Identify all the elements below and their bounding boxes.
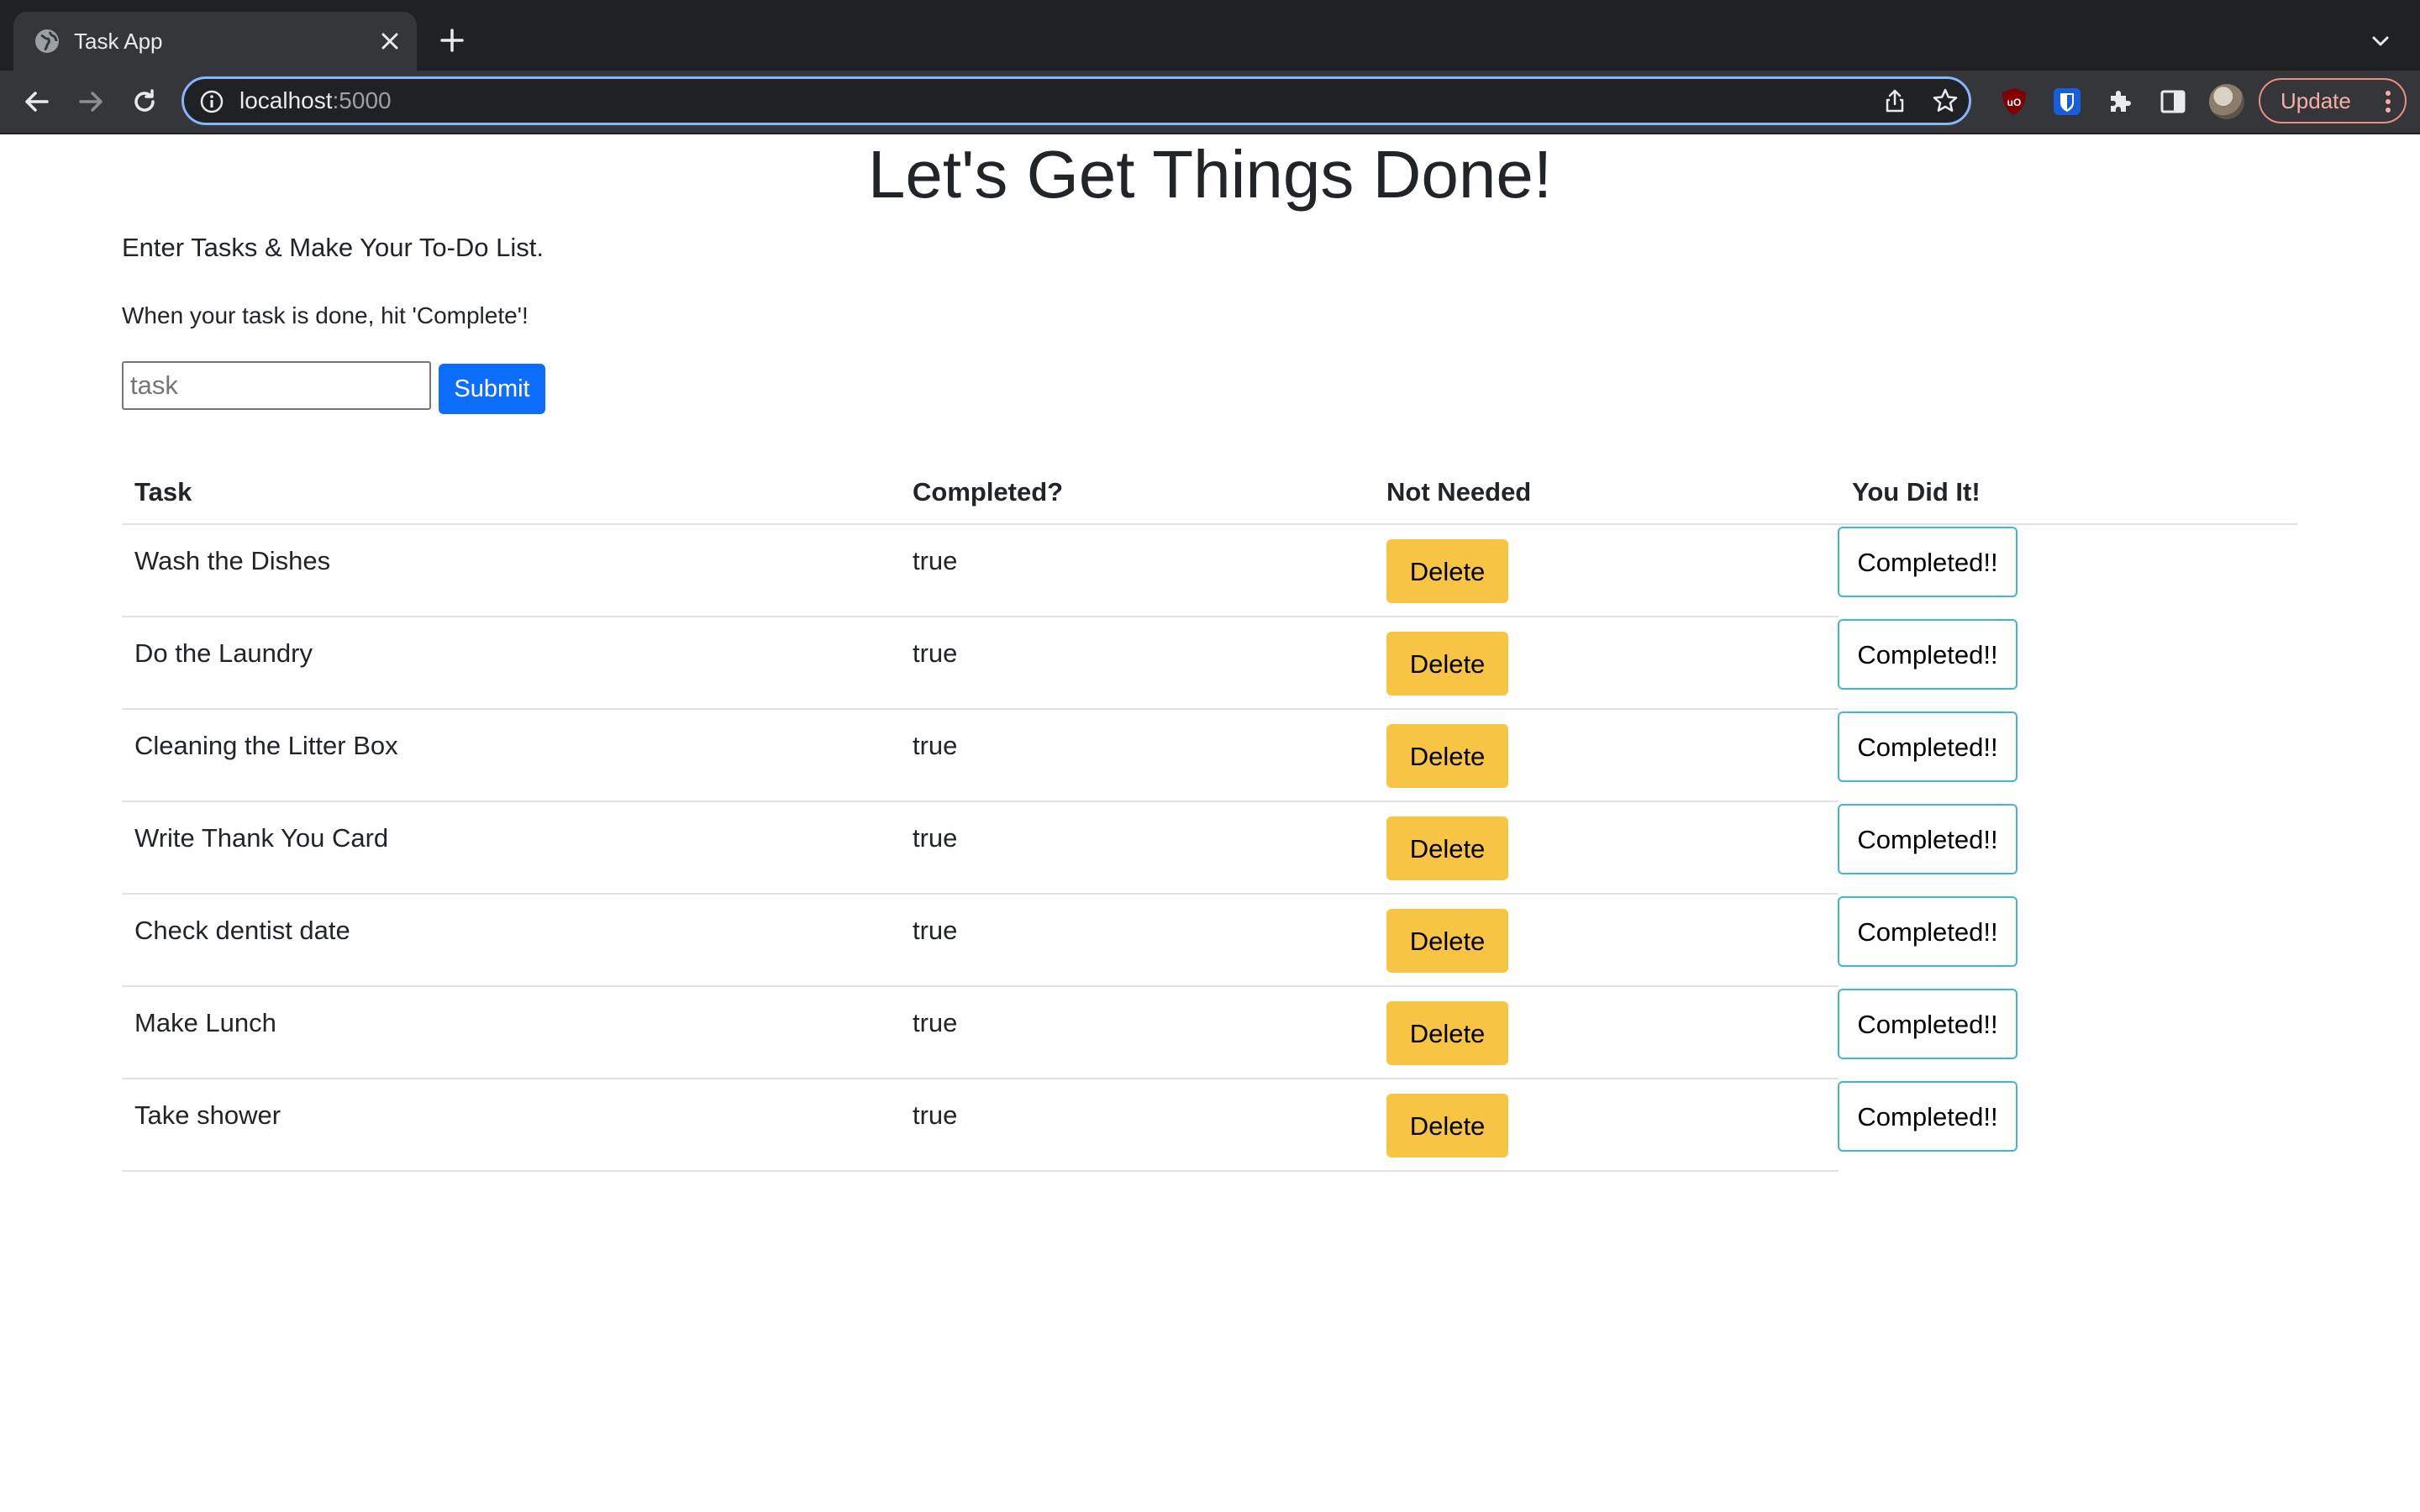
chevron-down-icon[interactable]	[2368, 29, 2393, 54]
completed-cell: true	[913, 916, 958, 945]
completed-cell: true	[913, 823, 958, 853]
table-row: Wash the Dishes true Delete Completed!!	[0, 525, 2420, 617]
table-row: Write Thank You Card true Delete Complet…	[0, 802, 2420, 895]
complete-button[interactable]: Completed!!	[1838, 527, 2018, 597]
bookmark-star-icon[interactable]	[1932, 87, 1959, 114]
task-cell: Make Lunch	[134, 1008, 276, 1037]
delete-button[interactable]: Delete	[1386, 632, 1508, 696]
complete-button[interactable]: Completed!!	[1838, 619, 2018, 690]
delete-button[interactable]: Delete	[1386, 539, 1508, 603]
info-icon[interactable]	[199, 89, 224, 114]
completed-cell: true	[913, 1100, 958, 1130]
complete-button[interactable]: Completed!!	[1838, 1081, 2018, 1152]
header-completed: Completed?	[913, 477, 1064, 507]
complete-button[interactable]: Completed!!	[1838, 711, 2018, 782]
table-row: Make Lunch true Delete Completed!!	[0, 987, 2420, 1079]
row-divider	[122, 1170, 1839, 1172]
completed-cell: true	[913, 731, 958, 760]
url-port: :5000	[332, 87, 392, 113]
table-row: Check dentist date true Delete Completed…	[0, 895, 2420, 987]
url-host: localhost	[239, 87, 333, 113]
delete-button[interactable]: Delete	[1386, 909, 1508, 973]
intro-text: Enter Tasks & Make Your To-Do List.	[122, 233, 544, 262]
browser-tabstrip: Task App	[0, 0, 2420, 71]
submit-button[interactable]: Submit	[439, 364, 545, 414]
side-panel-icon[interactable]	[2156, 85, 2190, 118]
delete-button[interactable]: Delete	[1386, 1001, 1508, 1065]
close-icon[interactable]	[378, 29, 402, 53]
header-you-did-it: You Did It!	[1852, 477, 1981, 507]
page-title: Let's Get Things Done!	[867, 137, 1553, 212]
profile-avatar[interactable]	[2209, 84, 2244, 119]
hint-text: When your task is done, hit 'Complete'!	[122, 302, 529, 328]
completed-cell: true	[913, 546, 958, 575]
share-icon[interactable]	[1881, 87, 1908, 114]
header-not-needed: Not Needed	[1386, 477, 1532, 507]
task-cell: Write Thank You Card	[134, 823, 389, 853]
delete-button[interactable]: Delete	[1386, 724, 1508, 788]
more-vertical-icon	[2386, 91, 2391, 113]
task-cell: Do the Laundry	[134, 638, 313, 668]
puzzle-extensions-icon[interactable]	[2103, 85, 2137, 118]
table-row: Cleaning the Litter Box true Delete Comp…	[0, 710, 2420, 802]
browser-tab[interactable]: Task App	[13, 12, 417, 71]
task-cell: Check dentist date	[134, 916, 350, 945]
task-cell: Wash the Dishes	[134, 546, 331, 575]
tab-title: Task App	[74, 29, 163, 54]
url-text: localhost:5000	[239, 79, 392, 123]
browser-toolbar: localhost:5000 uO Update	[0, 71, 2420, 134]
globe-icon	[35, 29, 59, 53]
header-task: Task	[134, 477, 192, 507]
complete-button[interactable]: Completed!!	[1838, 989, 2018, 1059]
update-button[interactable]: Update	[2259, 78, 2407, 123]
delete-button[interactable]: Delete	[1386, 1094, 1508, 1158]
table-row: Take shower true Delete Completed!!	[0, 1079, 2420, 1172]
back-arrow-icon[interactable]	[20, 85, 54, 118]
ublock-extension-icon[interactable]: uO	[1997, 85, 2031, 118]
completed-cell: true	[913, 1008, 958, 1037]
complete-button[interactable]: Completed!!	[1838, 896, 2018, 967]
table-row: Do the Laundry true Delete Completed!!	[0, 617, 2420, 710]
update-label: Update	[2281, 88, 2351, 113]
new-tab-plus-icon[interactable]	[437, 25, 467, 55]
bitwarden-extension-icon[interactable]	[2050, 85, 2084, 118]
delete-button[interactable]: Delete	[1386, 816, 1508, 880]
complete-button[interactable]: Completed!!	[1838, 804, 2018, 874]
completed-cell: true	[913, 638, 958, 668]
task-input[interactable]	[122, 361, 431, 410]
forward-arrow-icon[interactable]	[74, 85, 108, 118]
task-cell: Take shower	[134, 1100, 281, 1130]
svg-text:uO: uO	[2007, 97, 2022, 108]
reload-icon[interactable]	[128, 85, 161, 118]
task-cell: Cleaning the Litter Box	[134, 731, 398, 760]
address-bar[interactable]: localhost:5000	[182, 76, 1971, 125]
